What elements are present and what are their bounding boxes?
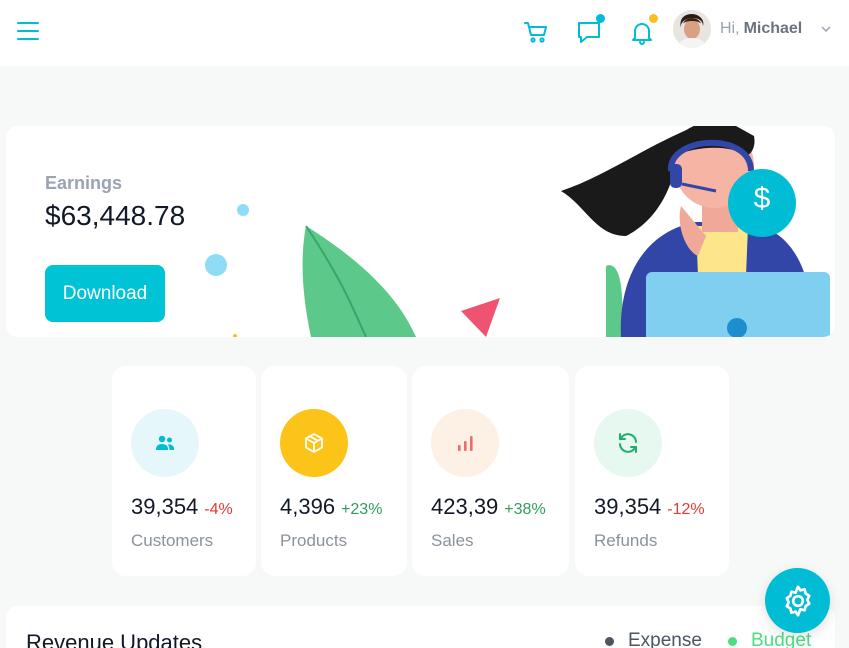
stat-change: -4% xyxy=(204,501,233,518)
chevron-down-icon[interactable] xyxy=(820,22,832,34)
refresh-icon xyxy=(594,409,662,477)
legend-label: Expense xyxy=(628,630,702,648)
stat-card-sales: 423,39 +38% Sales xyxy=(412,366,569,576)
bar-chart-icon xyxy=(431,409,499,477)
customers-icon xyxy=(131,409,199,477)
cart-icon[interactable] xyxy=(522,18,550,46)
stat-label: Refunds xyxy=(594,531,658,550)
stat-card-products: 4,396 +23% Products xyxy=(261,366,407,576)
revenue-title: Revenue Updates xyxy=(26,630,203,648)
user-greeting[interactable]: Hi, Michael xyxy=(720,20,802,38)
earnings-card: $ Earnings $63,448.78 Download xyxy=(6,126,835,337)
stat-label: Sales xyxy=(431,531,474,550)
stat-label: Products xyxy=(280,531,348,550)
stat-card-customers: 39,354 -4% Customers xyxy=(112,366,256,576)
settings-button[interactable] xyxy=(765,568,830,633)
legend-dot xyxy=(728,636,737,646)
gear-icon xyxy=(784,584,811,617)
stat-value: 39,354 xyxy=(594,494,662,519)
stat-card-refunds: 39,354 -12% Refunds xyxy=(575,366,729,576)
user-name: Michael xyxy=(743,20,803,37)
download-button[interactable]: Download xyxy=(45,265,165,322)
chat-notification-dot xyxy=(596,14,605,23)
bell-icon[interactable] xyxy=(628,14,658,46)
bell-notification-dot xyxy=(649,14,658,23)
earnings-value: $63,448.78 xyxy=(45,200,186,231)
stat-value: 423,39 xyxy=(431,494,499,519)
stat-change: +38% xyxy=(504,501,546,518)
menu-icon[interactable] xyxy=(17,22,39,40)
chat-icon[interactable] xyxy=(575,14,605,46)
legend-label: Budget xyxy=(751,630,812,648)
legend-dot xyxy=(605,636,614,646)
stat-change: +23% xyxy=(341,501,383,518)
revenue-card: Revenue Updates Expense Budget xyxy=(6,606,835,648)
stat-value: 4,396 xyxy=(280,494,336,519)
stat-value: 39,354 xyxy=(131,494,199,519)
stat-change: -12% xyxy=(667,501,705,518)
greeting-text: Hi, xyxy=(720,20,740,37)
dollar-icon: $ xyxy=(753,182,771,215)
top-bar: Hi, Michael xyxy=(0,0,849,66)
legend-expense: Expense xyxy=(605,630,702,648)
avatar[interactable] xyxy=(673,10,711,48)
box-icon xyxy=(280,409,348,477)
stat-label: Customers xyxy=(131,531,214,550)
earnings-label: Earnings xyxy=(45,173,123,193)
